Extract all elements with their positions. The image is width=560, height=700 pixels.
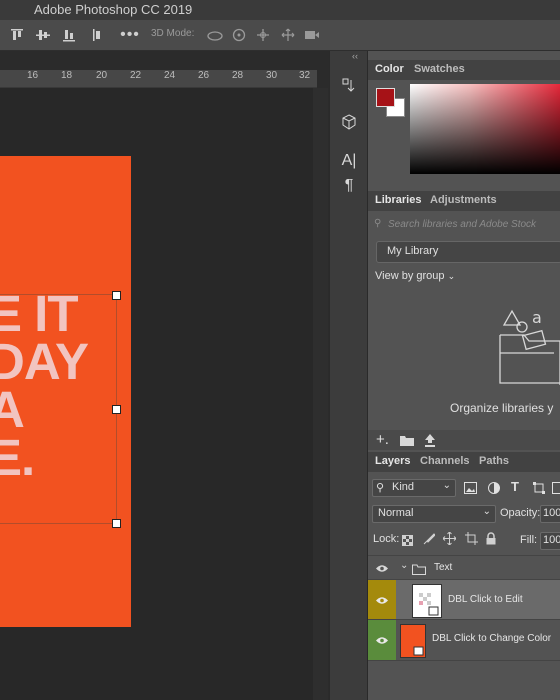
3d-panel-icon[interactable]	[340, 113, 358, 131]
distribute-icon[interactable]	[92, 27, 104, 43]
folder-icon[interactable]	[399, 434, 415, 452]
foreground-color-swatch[interactable]	[376, 88, 395, 107]
lock-transparent-pixels-icon[interactable]	[402, 533, 413, 551]
filter-shape-icon[interactable]	[533, 481, 545, 499]
ruler-tick: 24	[164, 70, 176, 81]
layer-thumbnail	[400, 624, 426, 658]
character-panel-icon[interactable]: A|	[340, 152, 358, 170]
3d-orbit-icon[interactable]	[207, 27, 223, 43]
lock-position-icon[interactable]	[442, 531, 457, 550]
blend-mode-value: Normal	[378, 507, 414, 519]
ruler-tick: 20	[96, 70, 108, 81]
chevron-down-icon: ⌄	[447, 271, 456, 281]
search-icon: ⚲	[376, 482, 385, 494]
layer-row-fill[interactable]: DBL Click to Change Color	[368, 619, 560, 661]
ruler-tick: 28	[232, 70, 244, 81]
3d-roll-icon[interactable]	[232, 27, 246, 43]
transform-handle[interactable]	[112, 405, 121, 414]
view-by-label: View by group	[375, 270, 445, 282]
tab-adjustments[interactable]: Adjustments	[430, 194, 497, 206]
opacity-label: Opacity:	[500, 507, 541, 519]
view-by-group-dropdown[interactable]: View by group ⌄	[375, 270, 455, 282]
layers-panel-tabs: Layers Channels Paths	[368, 452, 560, 472]
layer-name: DBL Click to Edit	[448, 594, 523, 605]
tab-swatches[interactable]: Swatches	[414, 63, 465, 75]
lock-label: Lock:	[373, 533, 400, 545]
layer-filter-kind-select[interactable]: ⚲ Kind ⌄	[372, 479, 456, 497]
lock-all-icon[interactable]	[486, 532, 496, 550]
opacity-value: 100	[543, 507, 560, 519]
chevron-down-icon[interactable]: ⌄	[400, 560, 408, 571]
library-select-value: My Library	[387, 245, 439, 257]
history-icon[interactable]	[340, 76, 358, 94]
tab-layers[interactable]: Layers	[369, 452, 417, 472]
libraries-footer: +.	[368, 430, 560, 450]
library-illustration-icon: a	[494, 305, 560, 385]
ruler-tick: 26	[198, 70, 210, 81]
transform-handle[interactable]	[112, 519, 121, 528]
3d-mode-label: 3D Mode:	[151, 28, 195, 39]
3d-slide-icon[interactable]	[280, 27, 296, 43]
layer-name: Text	[434, 562, 453, 573]
app-title: Adobe Photoshop CC 2019	[34, 2, 193, 17]
lock-artboard-icon[interactable]	[465, 532, 478, 550]
ruler-tick: 16	[27, 70, 39, 81]
color-picker-field[interactable]	[410, 84, 560, 174]
eye-icon[interactable]	[368, 580, 396, 620]
filter-adjustment-icon[interactable]	[488, 481, 500, 499]
blend-mode-select[interactable]: Normal ⌄	[372, 505, 496, 523]
align-bottom-icon[interactable]	[62, 27, 76, 43]
search-placeholder: Search libraries and Adobe Stock	[388, 219, 537, 230]
tab-color[interactable]: Color	[370, 60, 409, 80]
search-icon: ⚲	[374, 218, 382, 229]
folder-icon	[412, 562, 426, 580]
libraries-empty-message: Organize libraries y	[450, 401, 554, 415]
ruler-tick: 30	[266, 70, 278, 81]
lock-image-pixels-icon[interactable]	[423, 532, 436, 550]
tab-channels[interactable]: Channels	[420, 455, 470, 467]
title-bar: Adobe Photoshop CC 2019	[0, 0, 560, 20]
eye-icon[interactable]	[368, 556, 396, 580]
tab-paths[interactable]: Paths	[479, 455, 509, 467]
filter-type-icon[interactable]: T	[511, 479, 519, 494]
layer-row-text-group[interactable]: ⌄ Text	[368, 555, 560, 580]
align-top-icon[interactable]	[10, 27, 24, 43]
library-search-input[interactable]: ⚲ Search libraries and Adobe Stock	[374, 218, 560, 232]
eye-icon[interactable]	[368, 620, 396, 660]
chevron-down-icon: ⌄	[482, 506, 491, 517]
transform-bounding-box[interactable]	[0, 291, 121, 528]
chevron-down-icon: ⌄	[442, 480, 451, 491]
fill-label: Fill:	[520, 534, 538, 546]
ruler-tick: 18	[61, 70, 73, 81]
collapse-panels-icon[interactable]: ‹‹	[352, 51, 358, 61]
libraries-panel-tabs: Libraries Adjustments	[368, 191, 560, 211]
more-options-icon[interactable]: •••	[120, 26, 139, 43]
filter-kind-value: Kind	[392, 481, 415, 493]
panel-dock-column: ‹‹ A| ¶	[329, 51, 368, 700]
3d-scale-icon[interactable]	[304, 27, 320, 43]
layer-name: DBL Click to Change Color	[432, 633, 552, 644]
align-vertical-center-icon[interactable]	[36, 27, 50, 43]
vertical-scrollbar[interactable]	[313, 88, 328, 700]
filter-pixel-icon[interactable]	[464, 481, 477, 499]
color-panel-tabs: Color Swatches	[368, 60, 560, 80]
library-select[interactable]: My Library	[376, 241, 560, 263]
paragraph-panel-icon[interactable]: ¶	[340, 177, 358, 195]
layer-thumbnail	[412, 584, 442, 618]
options-bar: ••• 3D Mode:	[0, 20, 560, 51]
svg-text:a: a	[532, 308, 542, 327]
fill-field[interactable]: 100	[540, 532, 560, 550]
tab-libraries[interactable]: Libraries	[369, 191, 427, 211]
3d-pan-icon[interactable]	[256, 27, 270, 43]
filter-smart-object-icon[interactable]	[552, 481, 560, 499]
transform-handle[interactable]	[112, 291, 121, 300]
ruler-tick: 32	[299, 70, 311, 81]
horizontal-ruler: 16 18 20 22 24 26 28 30 32	[0, 70, 317, 88]
opacity-field[interactable]: 100	[540, 505, 560, 523]
layer-row-smart-object[interactable]: DBL Click to Edit	[368, 579, 560, 620]
upload-icon[interactable]	[424, 433, 436, 452]
add-content-icon[interactable]: +.	[376, 431, 389, 448]
ruler-tick: 22	[130, 70, 142, 81]
fill-value: 100	[543, 534, 560, 546]
